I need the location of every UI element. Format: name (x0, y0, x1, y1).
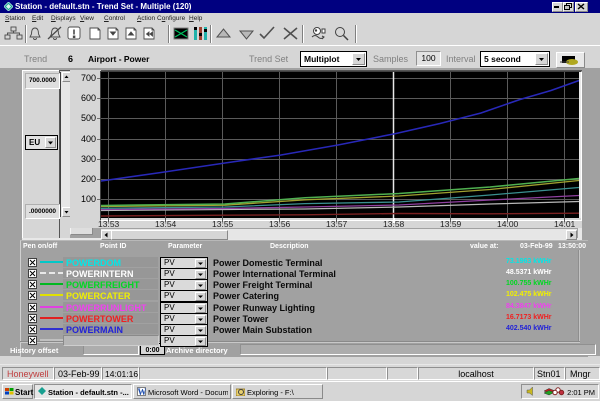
svg-text:W: W (138, 387, 147, 396)
